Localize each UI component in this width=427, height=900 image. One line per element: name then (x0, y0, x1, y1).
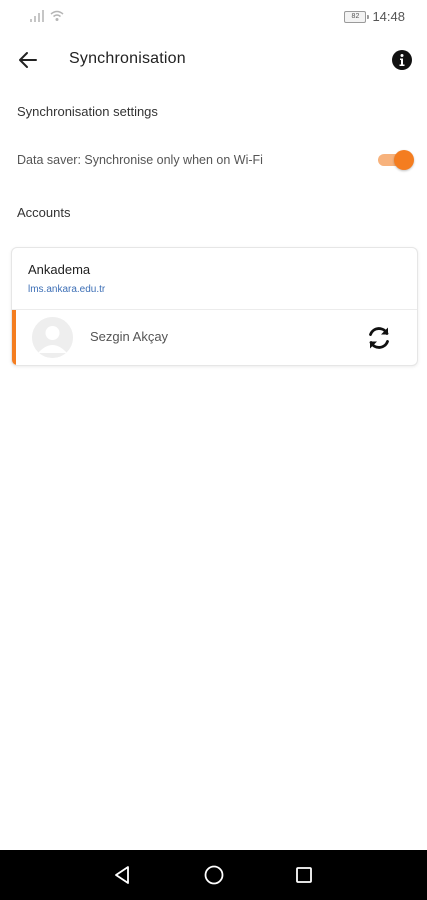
user-avatar-icon (32, 317, 73, 358)
page-title: Synchronisation (69, 50, 186, 67)
status-bar: 82 14:48 (0, 0, 427, 36)
account-card: Ankadema lms.ankara.edu.tr Sezgin Akçay (11, 247, 418, 366)
signal-icon (30, 10, 44, 22)
info-button[interactable] (391, 49, 413, 71)
site-url-link[interactable]: lms.ankara.edu.tr (28, 284, 105, 295)
data-saver-setting[interactable]: Data saver: Synchronise only when on Wi-… (17, 146, 414, 176)
status-right: 82 14:48 (344, 9, 405, 24)
battery-icon: 82 (344, 10, 370, 23)
accounts-heading: Accounts (17, 205, 71, 220)
active-account-indicator (12, 310, 16, 365)
nav-recents-button[interactable] (292, 863, 316, 887)
sync-icon (369, 327, 389, 349)
data-saver-label: Data saver: Synchronise only when on Wi-… (17, 153, 263, 167)
arrow-left-icon (19, 52, 37, 68)
circle-home-icon (204, 865, 224, 885)
system-nav-bar (0, 850, 427, 900)
user-name: Sezgin Akçay (90, 329, 169, 344)
site-name: Ankadema (28, 262, 91, 277)
battery-level: 82 (351, 12, 360, 20)
status-left (30, 10, 64, 22)
status-time: 14:48 (372, 9, 405, 24)
avatar (32, 317, 73, 358)
toggle-knob (394, 150, 414, 170)
triangle-back-icon (115, 866, 129, 884)
data-saver-toggle[interactable] (378, 150, 414, 170)
app-bar: Synchronisation (0, 36, 427, 84)
account-user-row[interactable]: Sezgin Akçay (12, 310, 417, 365)
sync-account-button[interactable] (365, 324, 393, 352)
nav-home-button[interactable] (202, 863, 226, 887)
wifi-icon (50, 10, 64, 21)
nav-back-button[interactable] (111, 863, 135, 887)
sync-settings-heading: Synchronisation settings (17, 104, 158, 119)
info-icon (392, 50, 412, 70)
back-button[interactable] (12, 44, 44, 76)
square-recents-icon (296, 867, 312, 883)
